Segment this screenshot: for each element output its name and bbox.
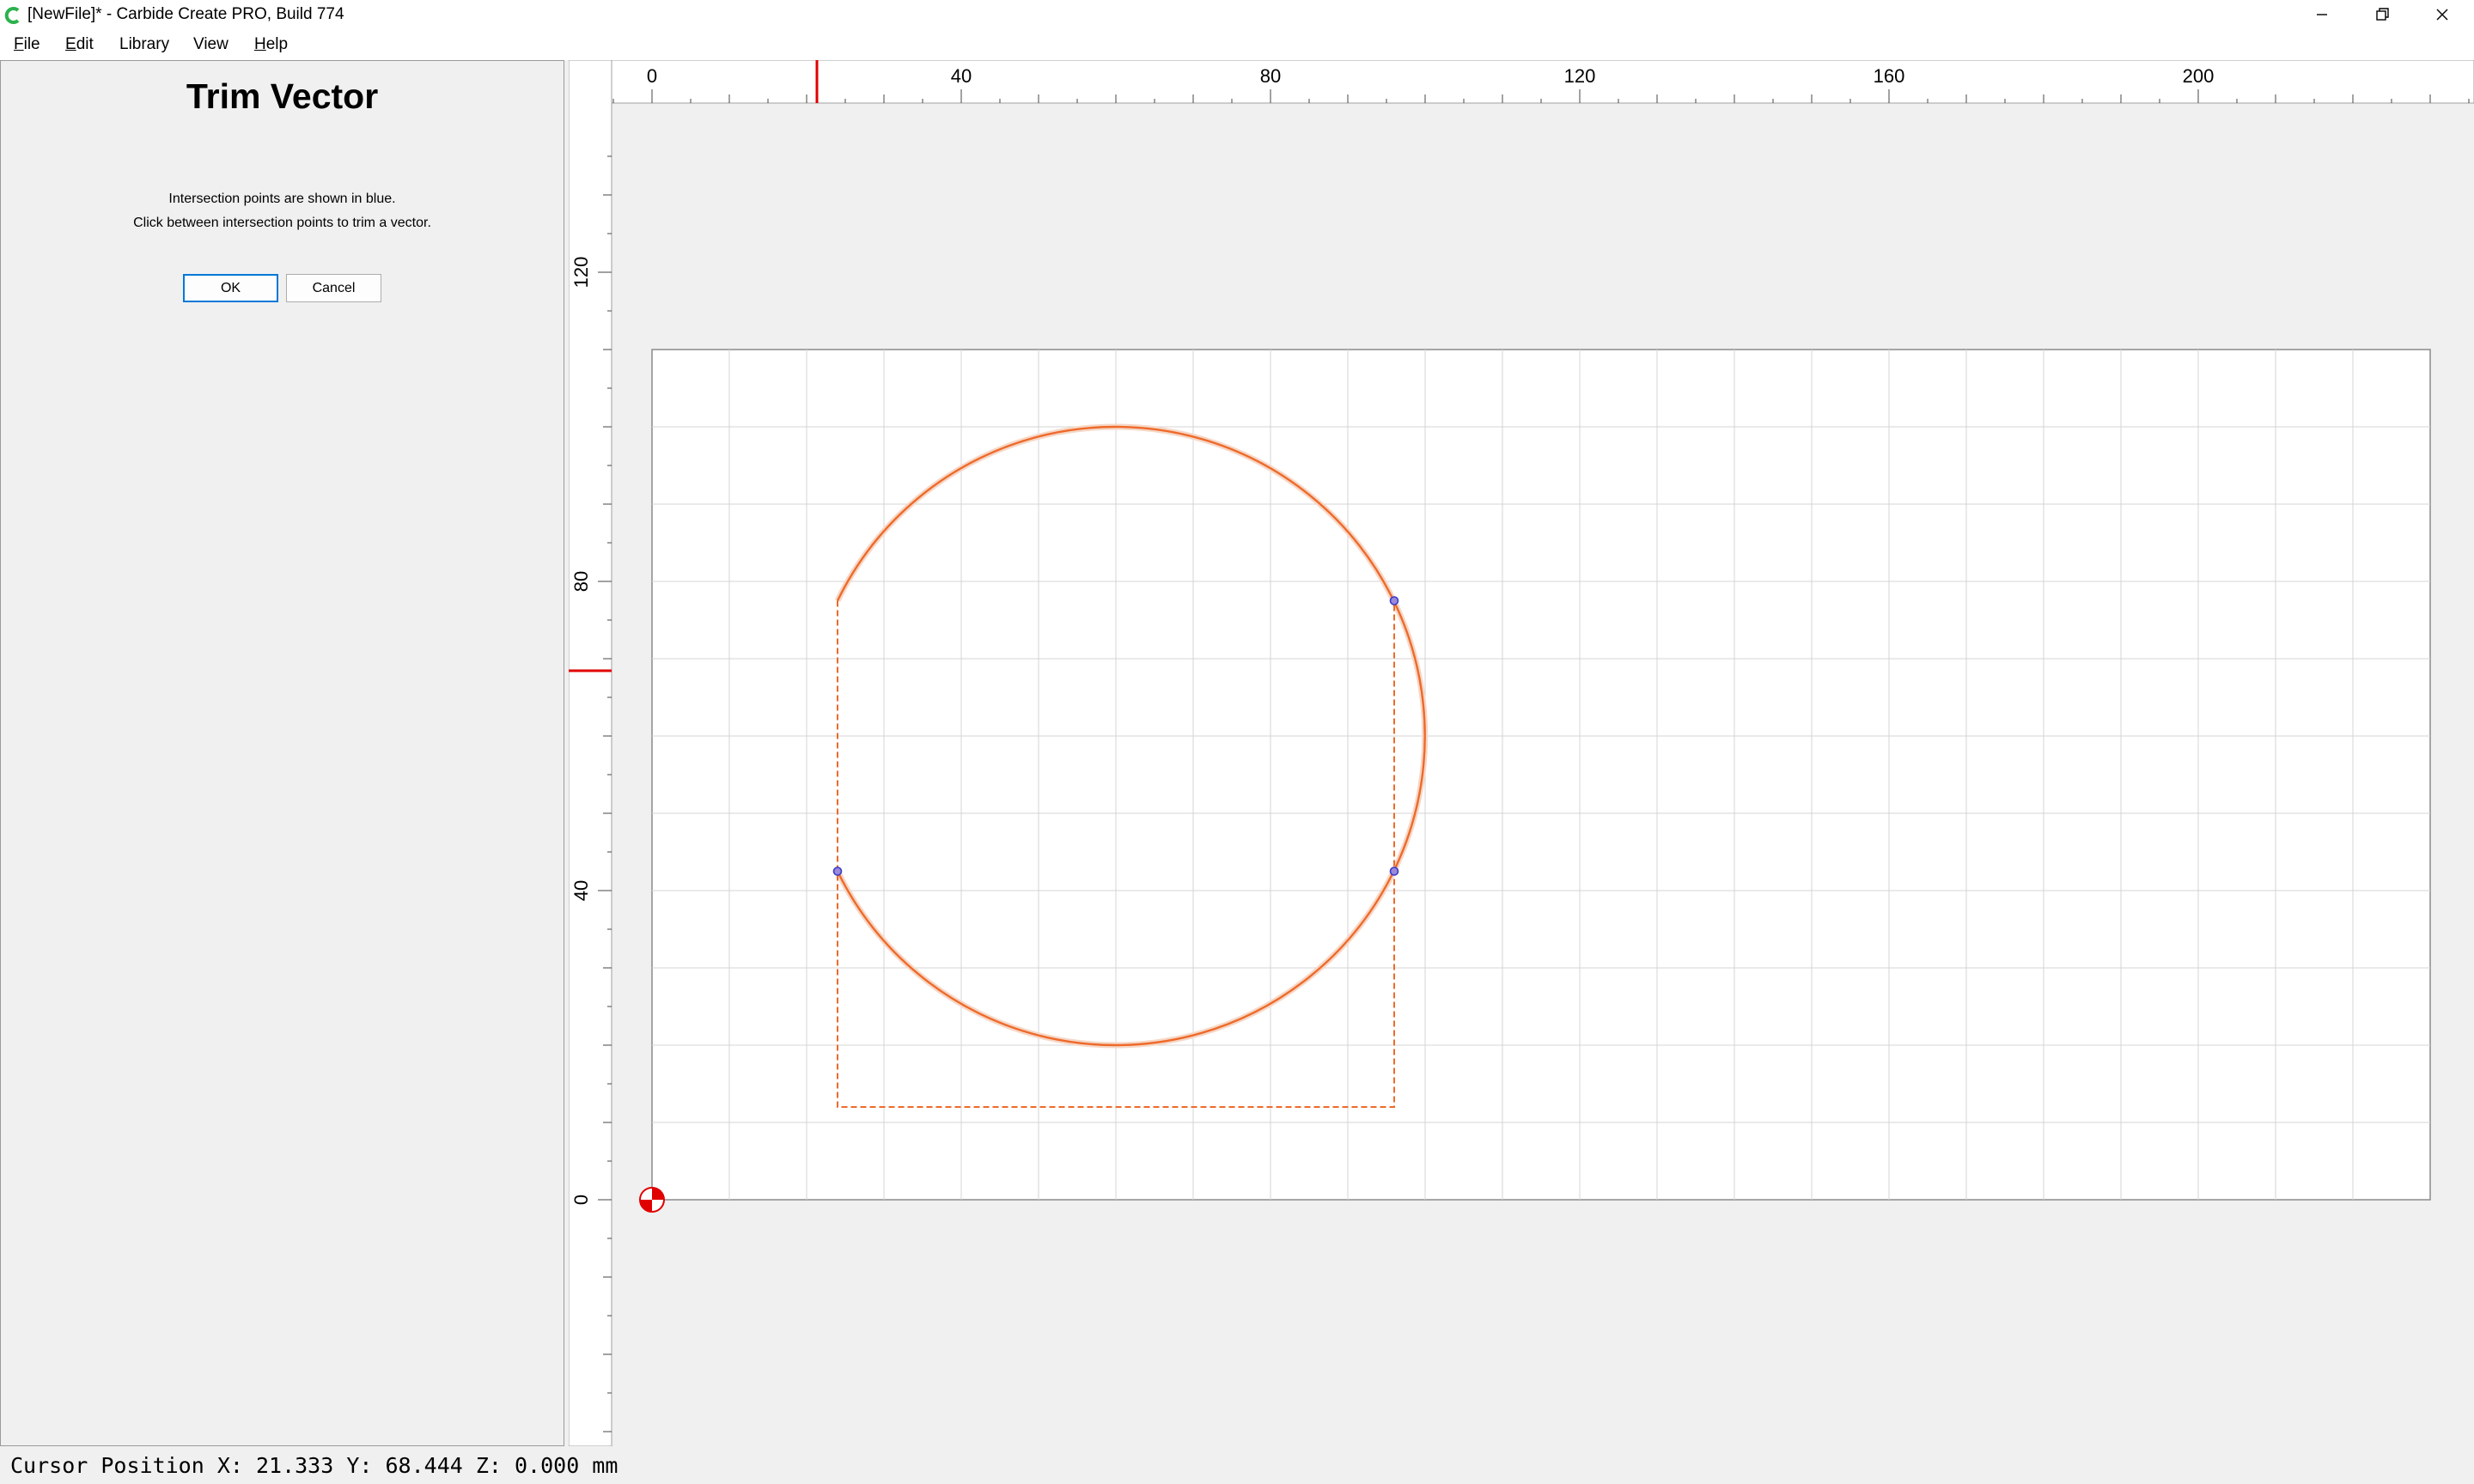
menu-help-label: elp (265, 35, 289, 53)
menu-file-hotkey: F (14, 35, 24, 53)
intersection-point (832, 867, 843, 876)
origin-icon (639, 1187, 665, 1213)
menu-file[interactable]: File (14, 34, 40, 55)
menu-edit[interactable]: Edit (65, 34, 94, 55)
menu-edit-label: dit (76, 35, 94, 53)
close-icon (2436, 9, 2448, 21)
menu-view-label: View (193, 35, 229, 53)
restore-button[interactable] (2352, 0, 2412, 29)
ruler-x-label: 0 (647, 65, 657, 87)
ruler-y-label: 120 (570, 257, 592, 289)
menu-file-label: ile (23, 35, 40, 53)
ruler-x-label: 120 (1564, 65, 1596, 87)
menu-edit-hotkey: E (65, 35, 76, 53)
panel-title: Trim Vector (186, 76, 379, 116)
title-bar: [NewFile]* - Carbide Create PRO, Build 7… (0, 0, 2474, 29)
menu-help[interactable]: Help (254, 34, 288, 55)
minimize-icon (2317, 14, 2327, 15)
menu-library-label: Library (119, 35, 170, 53)
restore-icon (2376, 8, 2389, 21)
ruler-x-label: 80 (1260, 65, 1281, 87)
info-text-line-1: Intersection points are shown in blue. (168, 192, 396, 206)
minimize-button[interactable] (2292, 0, 2352, 29)
intersection-point (1389, 867, 1399, 876)
close-button[interactable] (2412, 0, 2472, 29)
intersection-point (1389, 596, 1399, 605)
ruler-y-label: 0 (570, 1195, 592, 1205)
menu-library[interactable]: Library (119, 34, 169, 55)
cursor-position-readout: Cursor Position X: 21.333 Y: 68.444 Z: 0… (10, 1453, 618, 1478)
menu-view[interactable]: View (193, 34, 229, 55)
carbide-c-icon (4, 7, 20, 24)
info-text-line-2: Click between intersection points to tri… (133, 216, 431, 230)
menu-bar: File Edit Library View Help (0, 29, 2474, 60)
status-bar: Cursor Position X: 21.333 Y: 68.444 Z: 0… (0, 1446, 2474, 1484)
ruler-y-label: 40 (570, 880, 592, 901)
ruler-x-label: 200 (2183, 65, 2215, 87)
design-canvas[interactable]: 0 40 80 120 160 200 0 40 80 120 (569, 60, 2474, 1446)
stock-area (651, 349, 2431, 1201)
ruler-x-label: 160 (1874, 65, 1905, 87)
cancel-button[interactable]: Cancel (286, 274, 381, 302)
ruler-y-label: 80 (570, 571, 592, 592)
ok-button[interactable]: OK (183, 274, 278, 302)
trim-vector-panel: Trim Vector Intersection points are show… (0, 60, 564, 1446)
ruler-x-label: 40 (951, 65, 972, 87)
menu-help-hotkey: H (254, 35, 266, 53)
window-title: [NewFile]* - Carbide Create PRO, Build 7… (27, 5, 344, 23)
